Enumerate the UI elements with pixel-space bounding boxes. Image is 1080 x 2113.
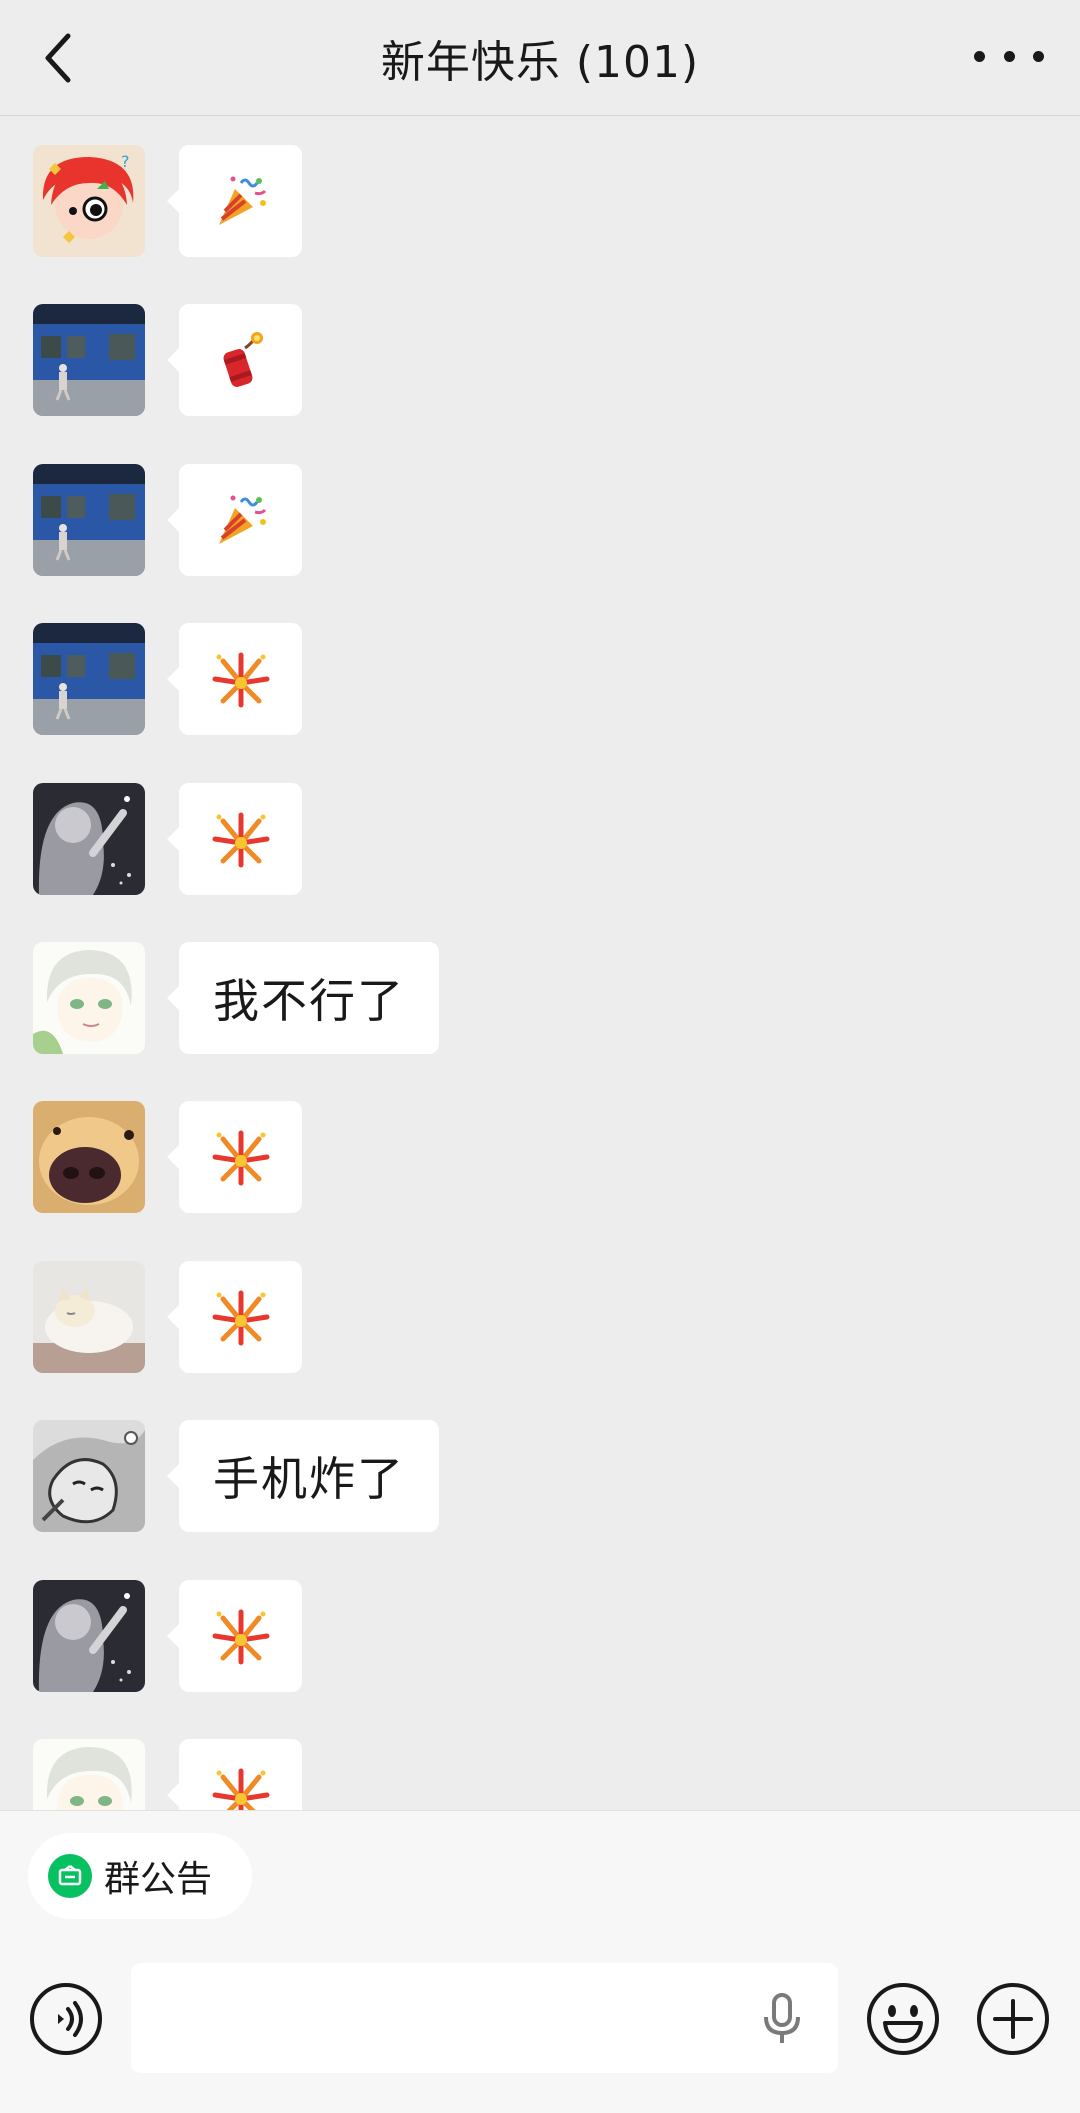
firecracker-icon (223, 332, 263, 387)
fireworks-icon (212, 652, 269, 708)
party-popper-icon (218, 176, 266, 225)
party-popper-icon (218, 495, 266, 544)
emoji-message-bubble[interactable] (167, 1101, 302, 1213)
input-toolbar: 群公告 (0, 1810, 1080, 2113)
message-row (33, 1261, 302, 1373)
message-row (33, 623, 302, 735)
emoji-message-bubble[interactable] (167, 623, 302, 735)
message-row: 手机炸了 (33, 1420, 439, 1532)
message-row: 我不行了 (33, 942, 439, 1054)
fireworks-icon (212, 1768, 269, 1810)
message-row: ? (33, 145, 302, 257)
emoji-message-bubble[interactable] (167, 464, 302, 576)
avatar[interactable] (33, 1739, 145, 1810)
group-notice-button[interactable]: 群公告 (28, 1833, 252, 1919)
avatar[interactable] (33, 1261, 145, 1373)
avatar[interactable] (33, 623, 145, 735)
voice-icon[interactable] (28, 1981, 104, 2057)
avatar[interactable] (33, 1101, 145, 1213)
group-notice-label: 群公告 (104, 1859, 213, 1900)
emoji-message-bubble[interactable] (167, 1261, 302, 1373)
emoji-message-bubble[interactable] (167, 145, 302, 257)
message-text: 手机炸了 (213, 1452, 405, 1506)
fireworks-icon (212, 1290, 269, 1346)
emoji-message-bubble[interactable] (167, 783, 302, 895)
avatar[interactable] (33, 304, 145, 416)
chat-title: 新年快乐 (101) (380, 36, 700, 88)
message-input[interactable] (131, 1963, 838, 2073)
message-list[interactable]: ? 我不行了 手机炸了 (0, 117, 1080, 1810)
message-row (33, 783, 302, 895)
avatar[interactable] (33, 464, 145, 576)
plus-circle-icon[interactable] (975, 1981, 1051, 2057)
avatar[interactable] (33, 1580, 145, 1692)
notice-icon (48, 1854, 92, 1898)
message-row (33, 1580, 302, 1692)
message-row (33, 1101, 302, 1213)
emoji-message-bubble[interactable] (167, 1739, 302, 1810)
emoji-message-bubble[interactable] (167, 304, 302, 416)
avatar[interactable] (33, 1420, 145, 1532)
chevron-left-icon[interactable] (38, 28, 78, 88)
microphone-icon[interactable] (762, 1993, 802, 2045)
message-row (33, 304, 302, 416)
fireworks-icon (212, 1609, 269, 1665)
fireworks-icon (212, 1130, 269, 1186)
message-text: 我不行了 (213, 974, 405, 1028)
text-message-bubble[interactable]: 我不行了 (167, 942, 439, 1054)
more-dots-icon[interactable] (974, 36, 1044, 76)
message-row (33, 1739, 302, 1810)
chat-header: 新年快乐 (101) (0, 0, 1080, 116)
avatar[interactable]: ? (33, 145, 145, 257)
avatar[interactable] (33, 942, 145, 1054)
emoji-message-bubble[interactable] (167, 1580, 302, 1692)
svg-text:?: ? (121, 152, 130, 171)
fireworks-icon (212, 812, 269, 868)
smiley-icon[interactable] (865, 1981, 941, 2057)
text-message-bubble[interactable]: 手机炸了 (167, 1420, 439, 1532)
avatar[interactable] (33, 783, 145, 895)
message-row (33, 464, 302, 576)
